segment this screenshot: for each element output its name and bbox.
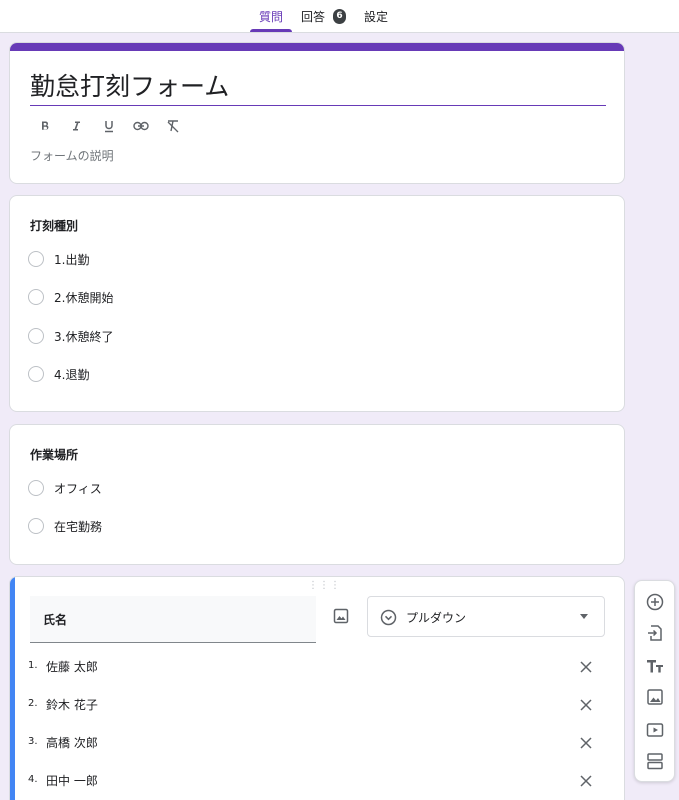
tab-settings[interactable]: 設定 (364, 0, 388, 32)
radio-option[interactable]: 2.休憩開始 (28, 288, 113, 306)
radio-option[interactable]: オフィス (28, 479, 102, 497)
question-title: 作業場所 (30, 448, 79, 462)
floating-toolbar (634, 580, 675, 782)
option-label: 2.休憩開始 (54, 290, 114, 305)
question-card-work-location[interactable]: 作業場所 オフィス 在宅勤務 (9, 424, 625, 565)
option-number: 4. (28, 774, 38, 785)
caret-down-icon (580, 614, 588, 619)
radio-option[interactable]: 4.退勤 (28, 365, 89, 383)
tab-questions[interactable]: 質問 (249, 0, 293, 32)
radio-circle-icon[interactable] (28, 289, 44, 305)
remove-option-icon[interactable] (578, 735, 594, 751)
dropdown-circle-icon (380, 609, 397, 626)
remove-option-icon[interactable] (578, 773, 594, 789)
radio-circle-icon[interactable] (28, 251, 44, 267)
radio-circle-icon[interactable] (28, 518, 44, 534)
option-number: 1. (28, 660, 38, 671)
dropdown-option-row[interactable]: 1. 佐藤 太郎 (28, 657, 600, 679)
form-title-card: 勤怠打刻フォーム フォームの説明 (9, 42, 625, 184)
option-label[interactable]: 鈴木 花子 (46, 696, 98, 713)
form-description[interactable]: フォームの説明 (30, 147, 114, 164)
radio-circle-icon[interactable] (28, 328, 44, 344)
top-tab-bar: 質問 回答 6 設定 (0, 0, 679, 33)
radio-circle-icon[interactable] (28, 480, 44, 496)
add-title-description-icon[interactable] (645, 656, 665, 676)
remove-option-icon[interactable] (578, 659, 594, 675)
bold-icon[interactable] (34, 115, 56, 137)
link-icon[interactable] (130, 115, 152, 137)
import-questions-icon[interactable] (645, 623, 665, 643)
radio-option[interactable]: 在宅勤務 (28, 517, 102, 535)
question-type-select[interactable]: プルダウン (367, 596, 605, 637)
option-number: 3. (28, 736, 38, 747)
question-title-text: 氏名 (43, 613, 68, 627)
radio-option[interactable]: 1.出勤 (28, 250, 89, 268)
option-label: オフィス (54, 481, 102, 496)
title-underline (30, 105, 606, 106)
tab-responses[interactable]: 回答 (301, 0, 325, 32)
form-title[interactable]: 勤怠打刻フォーム (30, 67, 229, 103)
option-label: 在宅勤務 (54, 519, 103, 534)
title-card-accent (10, 43, 624, 51)
add-question-icon[interactable] (645, 592, 665, 612)
option-label: 1.出勤 (54, 252, 90, 267)
active-question-indicator (10, 577, 15, 800)
radio-circle-icon[interactable] (28, 366, 44, 382)
clear-formatting-icon[interactable] (162, 115, 184, 137)
option-label[interactable]: 高橋 次郎 (46, 734, 98, 751)
dropdown-option-row[interactable]: 4. 田中 一郎 (28, 771, 600, 793)
option-label[interactable]: 田中 一郎 (46, 772, 98, 789)
drag-handle-icon[interactable]: ⋮⋮⋮ (308, 581, 340, 591)
question-card-name-editing[interactable]: ⋮⋮⋮ 氏名 プルダウン 1. 佐藤 太郎 2. 鈴木 花子 3. 高橋 次郎 … (9, 576, 625, 800)
option-label: 3.休憩終了 (54, 329, 114, 344)
add-section-icon[interactable] (645, 751, 665, 771)
option-label[interactable]: 佐藤 太郎 (46, 658, 98, 675)
remove-option-icon[interactable] (578, 697, 594, 713)
add-image-icon[interactable] (332, 607, 350, 625)
question-card-punch-type[interactable]: 打刻種別 1.出勤 2.休憩開始 3.休憩終了 4.退勤 (9, 195, 625, 412)
underline-icon[interactable] (98, 115, 120, 137)
question-title-field[interactable]: 氏名 (30, 596, 316, 643)
dropdown-option-row[interactable]: 2. 鈴木 花子 (28, 695, 600, 717)
option-number: 2. (28, 698, 38, 709)
option-label: 4.退勤 (54, 367, 90, 382)
radio-option[interactable]: 3.休憩終了 (28, 327, 113, 345)
responses-count-badge: 6 (333, 9, 346, 24)
add-image-icon[interactable] (645, 687, 665, 707)
question-type-label: プルダウン (406, 611, 467, 625)
italic-icon[interactable] (65, 115, 87, 137)
dropdown-option-row[interactable]: 3. 高橋 次郎 (28, 733, 600, 755)
question-title: 打刻種別 (30, 219, 79, 233)
add-video-icon[interactable] (645, 720, 665, 740)
